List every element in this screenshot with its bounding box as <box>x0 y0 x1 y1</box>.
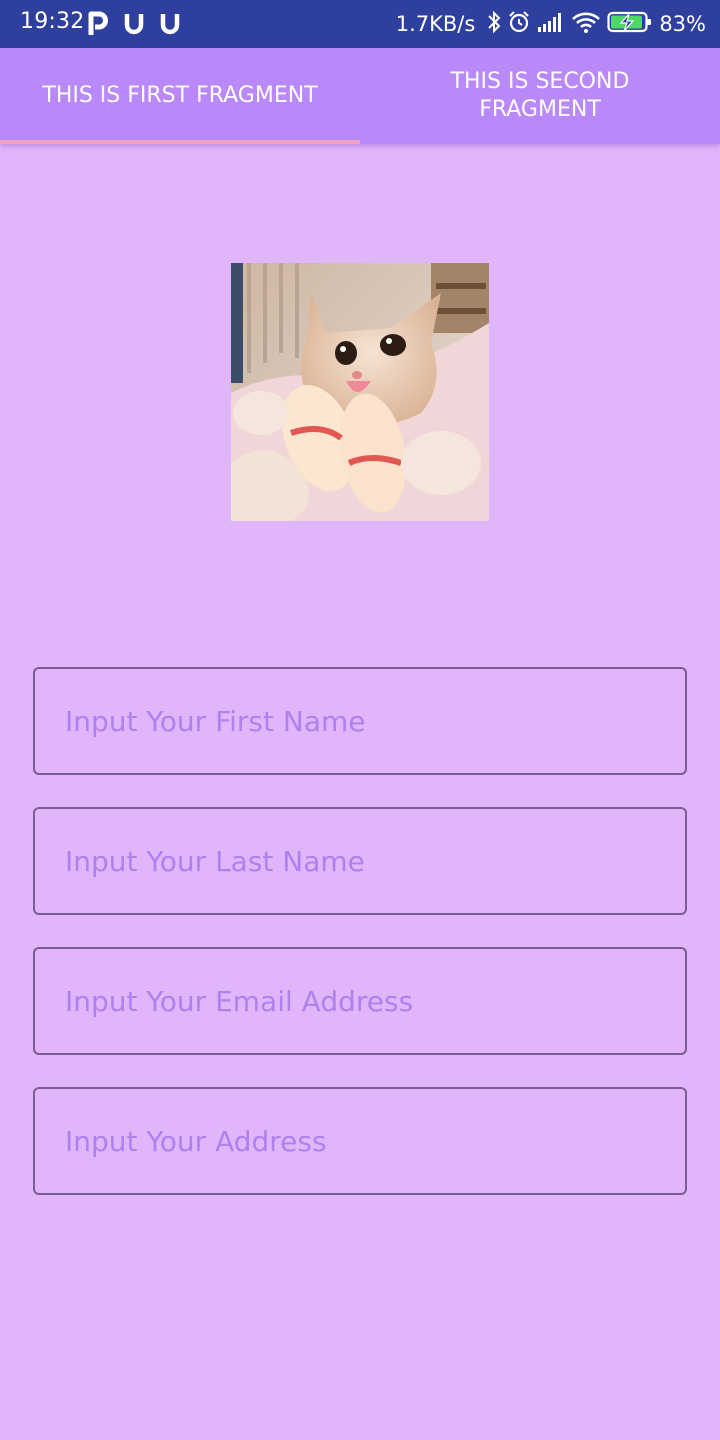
wifi-icon <box>571 10 601 38</box>
p-app-icon <box>88 11 108 37</box>
last-name-input[interactable] <box>35 809 685 913</box>
status-bar: 19:32 1.7KB/s 83% <box>0 0 720 48</box>
email-input[interactable] <box>35 949 685 1053</box>
email-field[interactable] <box>33 947 687 1055</box>
cat-photo <box>231 263 489 521</box>
tab-label: THIS IS SECOND FRAGMENT <box>450 69 630 122</box>
first-name-input[interactable] <box>35 669 685 773</box>
tab-bar: THIS IS FIRST FRAGMENT THIS IS SECOND FR… <box>0 48 720 144</box>
status-right-cluster: 1.7KB/s 83% <box>396 10 706 38</box>
address-input[interactable] <box>35 1089 685 1193</box>
tab-second-fragment[interactable]: THIS IS SECOND FRAGMENT <box>360 48 720 144</box>
battery-charging-icon <box>607 10 653 38</box>
first-name-field[interactable] <box>33 667 687 775</box>
selected-tab-indicator <box>0 140 360 144</box>
u-app-icon <box>159 11 181 37</box>
bluetooth-icon <box>487 10 501 38</box>
network-speed: 1.7KB/s <box>395 12 476 36</box>
u-app-icon <box>123 11 145 37</box>
tab-first-fragment[interactable]: THIS IS FIRST FRAGMENT <box>0 48 360 144</box>
battery-percent: 83% <box>659 12 706 36</box>
tab-label: THIS IS FIRST FRAGMENT <box>42 83 318 108</box>
status-time: 19:32 <box>20 9 85 34</box>
last-name-field[interactable] <box>33 807 687 915</box>
signal-icon <box>537 11 565 37</box>
alarm-icon <box>507 10 531 38</box>
address-field[interactable] <box>33 1087 687 1195</box>
